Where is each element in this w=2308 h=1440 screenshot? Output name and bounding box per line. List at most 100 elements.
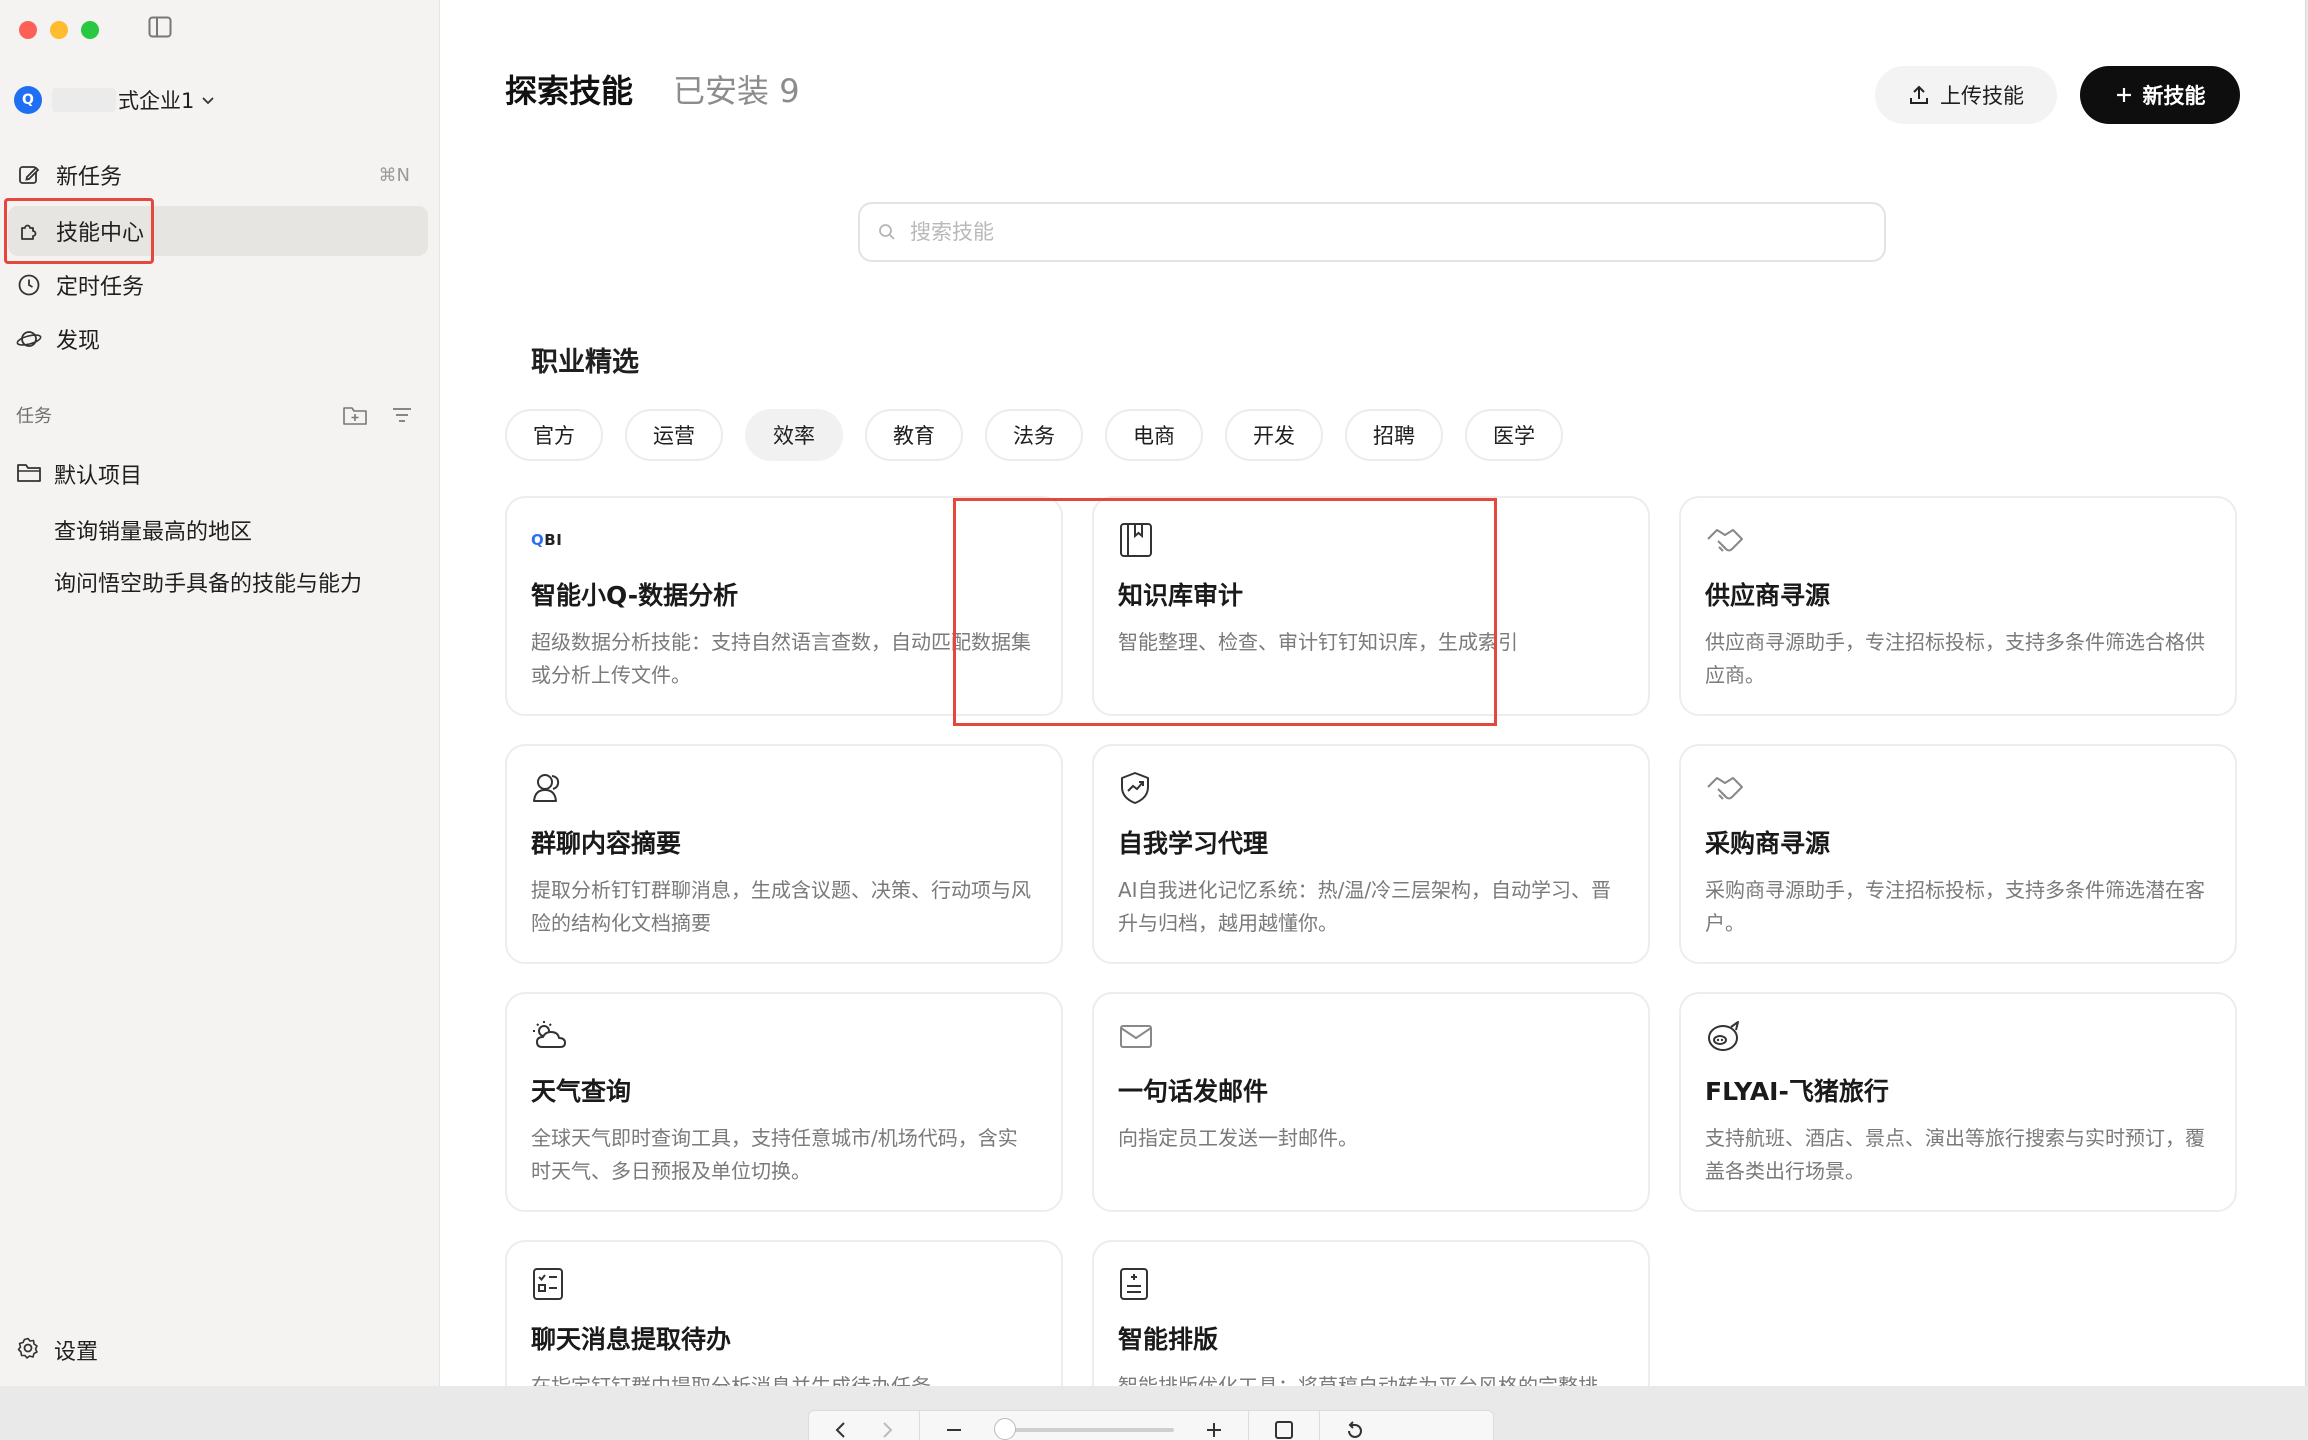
chip-ecommerce[interactable]: 电商 [1105, 409, 1203, 461]
skill-card-desc: 在指定钉钉群中提取分析消息并生成待办任务。 [531, 1374, 951, 1386]
skill-card-desc: 采购商寻源助手，专注招标投标，支持多条件筛选潜在客户。 [1705, 878, 2205, 935]
upload-skill-button[interactable]: 上传技能 [1875, 66, 2057, 124]
skill-card[interactable]: 自我学习代理 AI自我进化记忆系统：热/温/冷三层架构，自动学习、晋升与归档，越… [1092, 744, 1650, 964]
skill-card-desc: 供应商寻源助手，专注招标投标，支持多条件筛选合格供应商。 [1705, 630, 2205, 687]
skill-card-title: 天气查询 [531, 1077, 632, 1106]
task-item[interactable]: 查询销量最高的地区 [54, 514, 252, 546]
skill-card-desc: 全球天气即时查询工具，支持任意城市/机场代码，含实时天气、多日预报及单位切换。 [531, 1126, 1018, 1183]
viewer-toolbar [808, 1410, 1494, 1440]
maximize-window-button[interactable] [81, 21, 99, 39]
skill-card-title: FLYAI-飞猪旅行 [1705, 1077, 1889, 1106]
settings-button[interactable]: 设置 [16, 1330, 98, 1370]
chevron-right-icon[interactable] [879, 1420, 895, 1440]
nav-discover[interactable]: 发现 [8, 314, 428, 364]
clock-icon [16, 272, 42, 298]
skill-card[interactable]: 天气查询 全球天气即时查询工具，支持任意城市/机场代码，含实时天气、多日预报及单… [505, 992, 1063, 1212]
checklist-icon [531, 1264, 571, 1304]
search-input[interactable] [910, 220, 1810, 244]
book-icon [1118, 520, 1158, 560]
nav-skill-center[interactable]: 技能中心 [8, 206, 428, 256]
org-name-redacted [52, 88, 116, 112]
skill-card-desc: 智能整理、检查、审计钉钉知识库，生成索引 [1118, 630, 1518, 654]
rotate-control [1320, 1411, 1390, 1440]
settings-label: 设置 [54, 1340, 99, 1365]
chip-recruiting[interactable]: 招聘 [1345, 409, 1443, 461]
skill-card-title: 采购商寻源 [1705, 829, 1831, 858]
main-content: 探索技能 已安装 9 上传技能 新技能 职业精选 官方 运营 效率 教育 法务 … [441, 0, 2305, 1386]
close-window-button[interactable] [19, 21, 37, 39]
upload-skill-label: 上传技能 [1940, 84, 2024, 108]
document-icon [1118, 1264, 1158, 1304]
minimize-window-button[interactable] [50, 21, 68, 39]
planet-icon [16, 326, 42, 352]
tabs: 探索技能 已安装 9 [505, 66, 800, 112]
zoom-in-icon[interactable] [1204, 1420, 1224, 1440]
chip-development[interactable]: 开发 [1225, 409, 1323, 461]
skill-card-title: 智能小Q-数据分析 [531, 581, 739, 610]
shield-growth-icon [1118, 768, 1158, 808]
group-chat-icon [531, 768, 571, 808]
org-switcher[interactable]: Q 式企业1 [14, 82, 216, 118]
project-name: 默认项目 [54, 464, 143, 489]
window-controls [19, 21, 99, 39]
search-icon [879, 224, 895, 240]
skill-card[interactable]: QBI 智能小Q-数据分析 超级数据分析技能：支持自然语言查数，自动匹配数据集或… [505, 496, 1063, 716]
skill-card-title: 群聊内容摘要 [531, 829, 682, 858]
fit-page-icon[interactable] [1273, 1419, 1295, 1440]
skill-card[interactable]: 聊天消息提取待办 在指定钉钉群中提取分析消息并生成待办任务。 [505, 1240, 1063, 1386]
gear-icon [16, 1336, 40, 1364]
nav-arrows [809, 1411, 920, 1440]
skill-card[interactable]: 知识库审计 智能整理、检查、审计钉钉知识库，生成索引 [1092, 496, 1650, 716]
chip-official[interactable]: 官方 [505, 409, 603, 461]
skill-card[interactable]: 一句话发邮件 向指定员工发送一封邮件。 [1092, 992, 1650, 1212]
chevron-left-icon[interactable] [833, 1420, 849, 1440]
plus-icon [2116, 88, 2131, 102]
category-title: 职业精选 [531, 347, 639, 378]
chip-operations[interactable]: 运营 [625, 409, 723, 461]
skill-card[interactable]: 智能排版 智能排版优化工具：将草稿自动转为平台风格的完整排版。 [1092, 1240, 1650, 1386]
weather-icon [531, 1016, 571, 1056]
sidebar-toggle-icon[interactable] [148, 16, 176, 40]
qbi-logo-icon: QBI [531, 531, 563, 549]
nav-label: 发现 [56, 329, 101, 354]
nav-new-task[interactable]: 新任务 ⌘N [8, 150, 428, 200]
new-folder-icon[interactable] [342, 404, 368, 428]
zoom-out-icon[interactable] [944, 1420, 964, 1440]
skill-card-title: 供应商寻源 [1705, 581, 1831, 610]
task-item[interactable]: 询问悟空助手具备的技能与能力 [54, 566, 362, 598]
category-chips: 官方 运营 效率 教育 法务 电商 开发 招聘 医学 [505, 409, 1563, 461]
new-skill-button[interactable]: 新技能 [2080, 66, 2240, 124]
skill-card-title: 自我学习代理 [1118, 829, 1269, 858]
folder-icon [16, 461, 42, 487]
search-box [858, 202, 1886, 262]
nav-scheduled-tasks[interactable]: 定时任务 [8, 260, 428, 310]
zoom-slider[interactable] [994, 1418, 1174, 1440]
chip-medical[interactable]: 医学 [1465, 409, 1563, 461]
puzzle-icon [16, 218, 42, 244]
skill-card[interactable]: 群聊内容摘要 提取分析钉钉群聊消息，生成含议题、决策、行动项与风险的结构化文档摘… [505, 744, 1063, 964]
project-default[interactable]: 默认项目 [16, 452, 142, 496]
org-name: 式企业1 [118, 89, 195, 113]
chip-education[interactable]: 教育 [865, 409, 963, 461]
upload-icon [1910, 85, 1928, 104]
nav-label: 定时任务 [56, 275, 145, 300]
tab-installed[interactable]: 已安装 9 [673, 66, 800, 112]
chip-legal[interactable]: 法务 [985, 409, 1083, 461]
skill-card[interactable]: 供应商寻源 供应商寻源助手，专注招标投标，支持多条件筛选合格供应商。 [1679, 496, 2237, 716]
skill-card[interactable]: 采购商寻源 采购商寻源助手，专注招标投标，支持多条件筛选潜在客户。 [1679, 744, 2237, 964]
filter-icon[interactable] [390, 404, 416, 428]
org-avatar: Q [14, 86, 42, 114]
edit-icon [16, 162, 42, 188]
chip-efficiency[interactable]: 效率 [745, 409, 843, 461]
rotate-icon[interactable] [1344, 1419, 1366, 1440]
tab-explore-skills[interactable]: 探索技能 [505, 66, 633, 112]
skill-card-title: 知识库审计 [1118, 581, 1244, 610]
skill-card-desc: 向指定员工发送一封邮件。 [1118, 1126, 1358, 1150]
app-window: Q 式企业1 新任务 ⌘N 技能中心 定时任务 发现 任务 默认项目 查询销量最… [0, 0, 2306, 1386]
zoom-slider-knob[interactable] [994, 1418, 1016, 1440]
tasks-section-actions [342, 404, 416, 428]
skill-card-title: 聊天消息提取待办 [531, 1325, 732, 1354]
skill-card[interactable]: FLYAI-飞猪旅行 支持航班、酒店、景点、演出等旅行搜索与实时预订，覆盖各类出… [1679, 992, 2237, 1212]
handshake-icon [1705, 520, 1745, 560]
skill-card-desc: 超级数据分析技能：支持自然语言查数，自动匹配数据集或分析上传文件。 [531, 630, 1031, 687]
